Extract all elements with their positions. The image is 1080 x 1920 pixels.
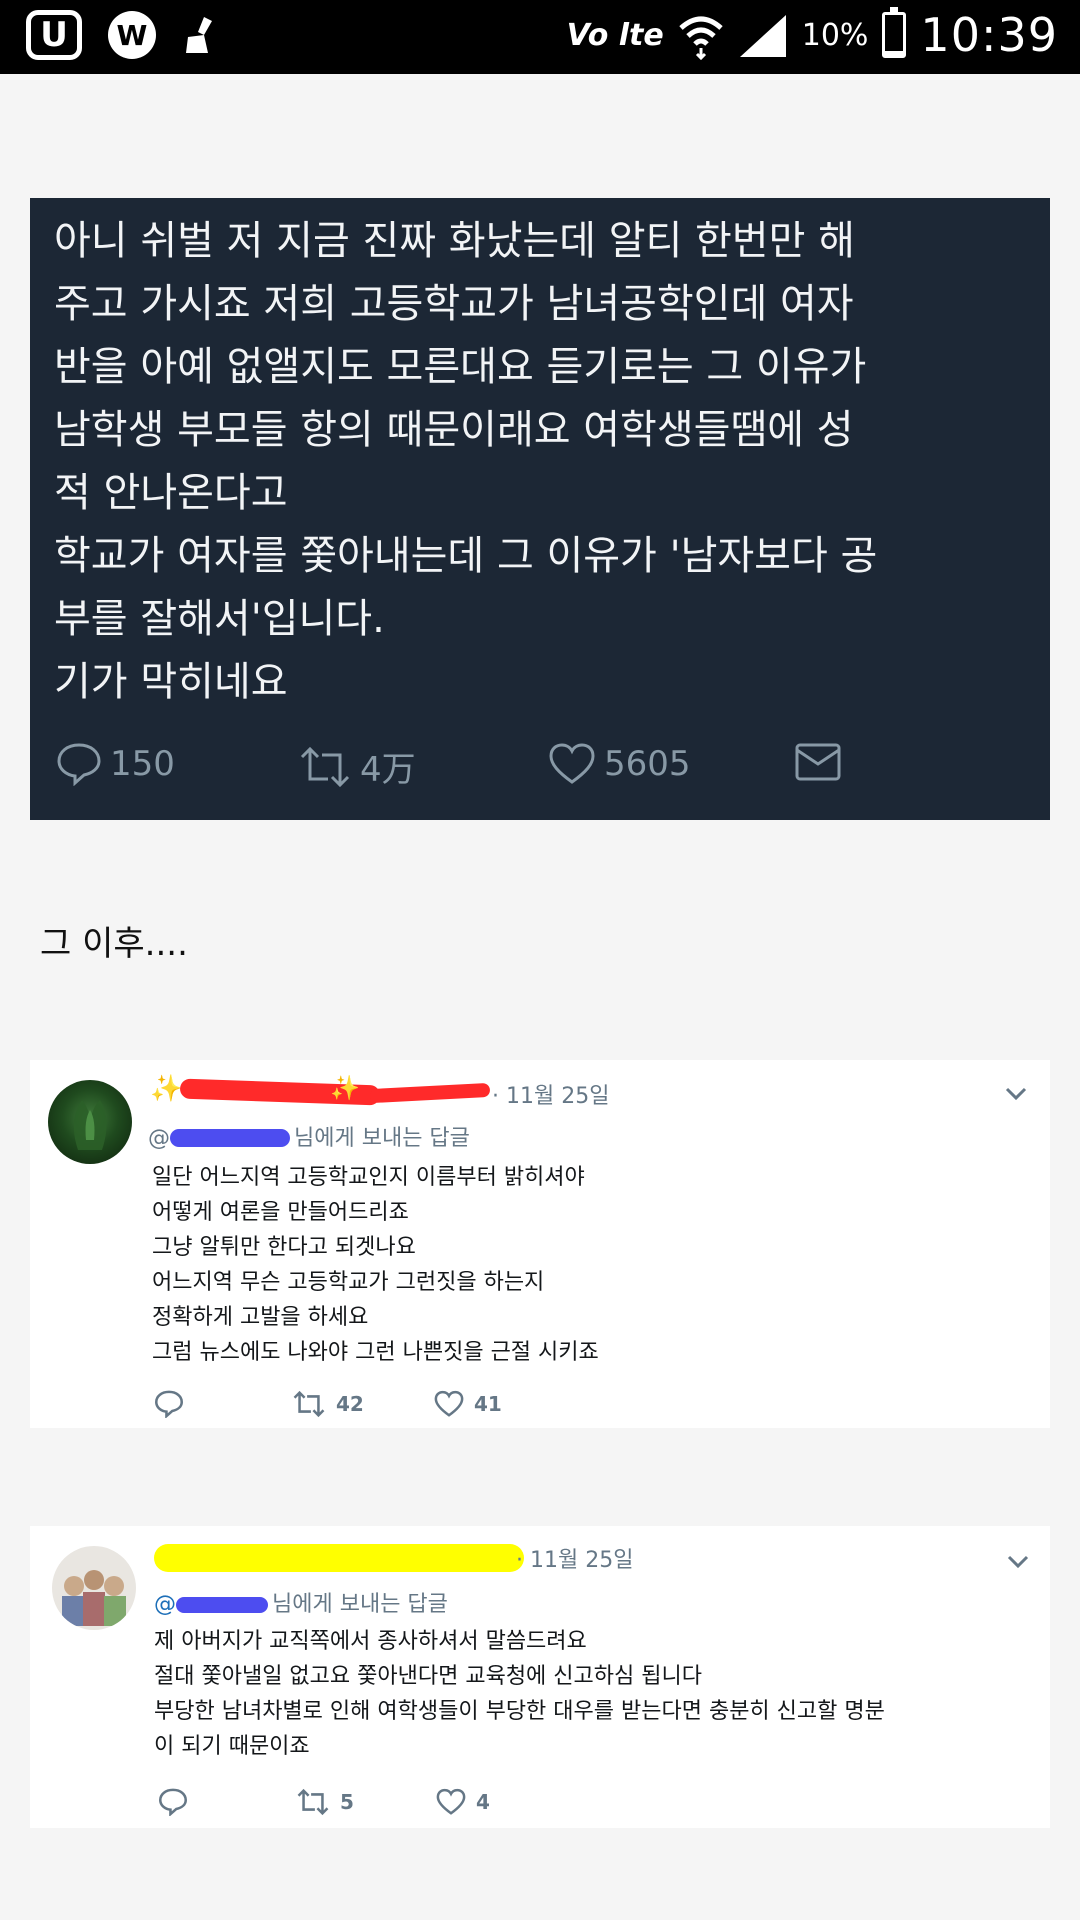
reply-bubble-icon xyxy=(57,743,101,786)
retweet-action[interactable]: 5 xyxy=(296,1788,354,1816)
redacted-handle xyxy=(369,1082,491,1104)
avatar[interactable] xyxy=(48,1080,132,1164)
main-reply-count: 150 xyxy=(110,744,175,784)
reply-action[interactable] xyxy=(154,1390,184,1418)
u-plus-icon: U xyxy=(26,10,82,60)
reply-to-line: @ 님에게 보내는 답글 xyxy=(148,1120,470,1152)
reply-to-prefix: @ xyxy=(154,1592,176,1617)
reply-to-line: @ 님에게 보내는 답글 xyxy=(154,1586,448,1618)
reply-text: 제 아버지가 교직쪽에서 종사하셔서 말씀드려요 절대 쫓아낼일 없고요 쫓아낸… xyxy=(154,1629,885,1759)
main-retweet-count: 4万 xyxy=(360,750,416,790)
main-reply-action[interactable]: 150 xyxy=(56,742,175,786)
sparkle-icon: ✨ xyxy=(330,1074,360,1102)
tweet-date[interactable]: · 11월 25일 xyxy=(492,1078,609,1110)
main-retweet-action[interactable]: 4万 xyxy=(298,742,416,791)
w-circle-icon: W xyxy=(108,11,156,59)
reply-to-prefix: @ xyxy=(148,1126,170,1151)
reply-bubble-icon xyxy=(154,1390,184,1418)
after-label: 그 이후.... xyxy=(40,924,188,964)
signal-icon xyxy=(739,15,786,57)
avatar-art xyxy=(73,1100,107,1150)
sparkle-icon: ✨ xyxy=(150,1074,183,1104)
retweet-icon xyxy=(293,1390,325,1418)
envelope-icon xyxy=(795,743,841,781)
like-count: 4 xyxy=(476,1790,490,1814)
status-bar-notifications: U W xyxy=(26,10,218,60)
main-tweet-text: 아니 쉬벌 저 지금 진짜 화났는데 알티 한번만 해 주고 가시죠 저희 고등… xyxy=(54,218,878,705)
retweet-count: 5 xyxy=(340,1790,354,1814)
avatar-art xyxy=(62,1570,126,1626)
broom-icon xyxy=(186,17,212,53)
retweet-icon xyxy=(297,1788,329,1816)
redacted-mention xyxy=(170,1129,290,1147)
retweet-icon xyxy=(300,746,350,787)
redacted-mention xyxy=(176,1597,268,1613)
status-bar: U W Vo lte 10% 10:39 xyxy=(0,0,1080,74)
like-action[interactable]: 41 xyxy=(434,1390,502,1418)
chevron-down-icon[interactable] xyxy=(1004,1086,1028,1102)
tweet-date[interactable]: · 11월 25일 xyxy=(516,1542,633,1574)
like-action[interactable]: 4 xyxy=(436,1788,490,1816)
clock: 10:39 xyxy=(920,8,1058,62)
redacted-username xyxy=(154,1544,524,1572)
reply-bubble-icon xyxy=(158,1788,188,1816)
reply-action[interactable] xyxy=(158,1788,188,1816)
volte-indicator: Vo lte xyxy=(566,17,664,53)
status-bar-system: Vo lte 10% 10:39 xyxy=(566,7,1058,62)
like-count: 41 xyxy=(474,1392,502,1416)
battery-icon xyxy=(882,7,907,58)
main-like-action[interactable]: 5605 xyxy=(548,742,691,786)
avatar[interactable] xyxy=(52,1546,136,1630)
main-like-count: 5605 xyxy=(604,744,691,784)
reply-text: 일단 어느지역 고등학교인지 이름부터 밝히셔야 어떻게 여론을 만들어드리죠 … xyxy=(152,1165,599,1365)
main-tweet-card: 아니 쉬벌 저 지금 진짜 화났는데 알티 한번만 해 주고 가시죠 저희 고등… xyxy=(30,198,1050,820)
reply-to-text: 님에게 보내는 답글 xyxy=(294,1126,470,1151)
heart-icon xyxy=(436,1788,466,1815)
reply-card: · 11월 25일 @ 님에게 보내는 답글 제 아버지가 교직쪽에서 종사하셔서… xyxy=(30,1526,1050,1828)
chevron-down-icon[interactable] xyxy=(1006,1554,1030,1570)
retweet-action[interactable]: 42 xyxy=(292,1390,364,1418)
reply-to-text: 님에게 보내는 답글 xyxy=(272,1592,448,1617)
main-dm-action[interactable] xyxy=(794,742,842,782)
heart-icon xyxy=(434,1390,464,1417)
battery-level-fill xyxy=(885,51,904,55)
retweet-count: 42 xyxy=(336,1392,364,1416)
heart-icon xyxy=(549,743,595,784)
battery-percent: 10% xyxy=(801,17,869,53)
reply-card: ✨ ✨ · 11월 25일 @ 님에게 보내는 답글 일단 어느지역 고등학교인지… xyxy=(30,1060,1050,1428)
wifi-icon xyxy=(679,16,723,60)
